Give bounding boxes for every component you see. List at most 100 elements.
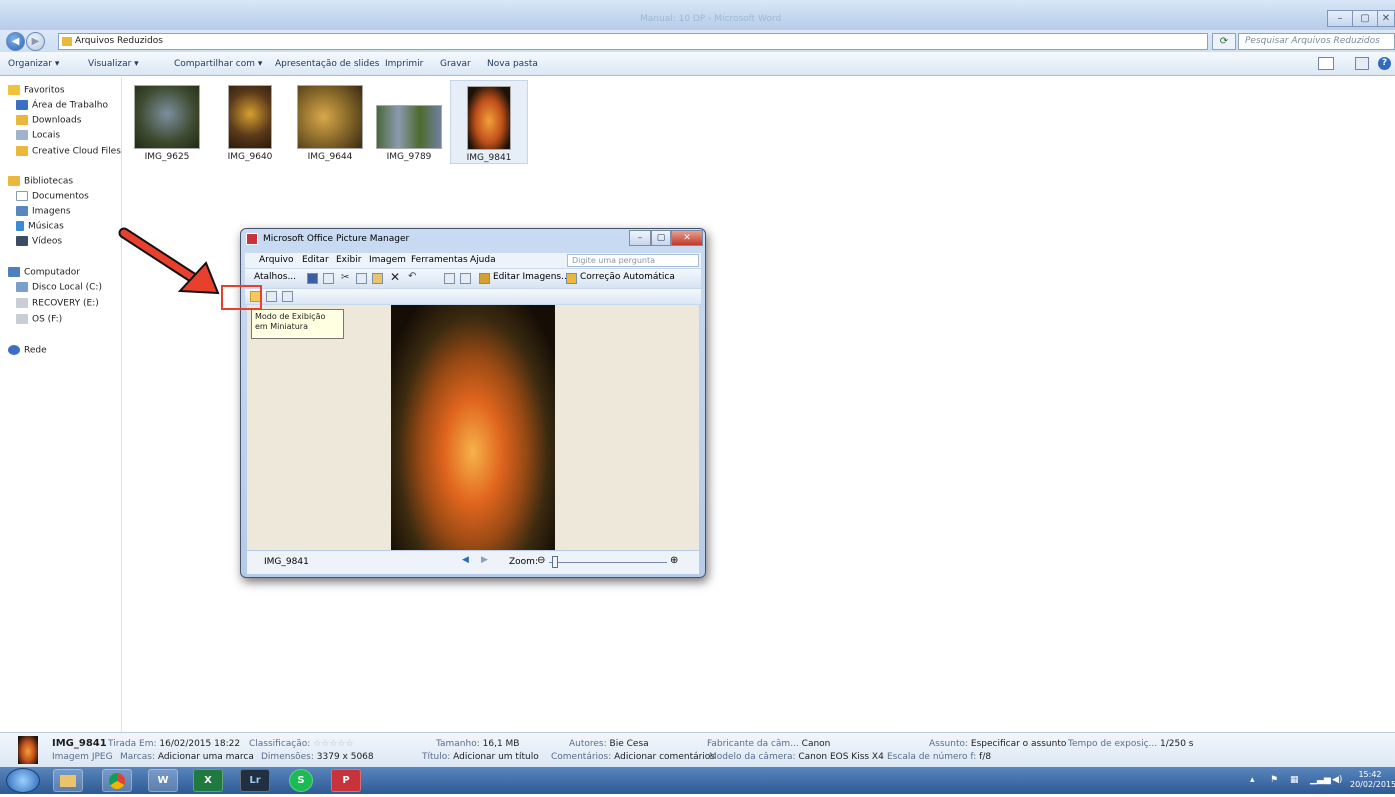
- document-icon: [16, 191, 28, 201]
- tray-expand-icon[interactable]: ▴: [1250, 775, 1255, 785]
- sidebar-libraries[interactable]: Bibliotecas: [8, 176, 130, 191]
- menu-imagem[interactable]: Imagem: [369, 255, 406, 265]
- detail-tags[interactable]: Marcas: Adicionar uma marca: [120, 752, 254, 762]
- sidebar-favorites[interactable]: Favoritos: [8, 85, 130, 100]
- shortcuts-button[interactable]: Atalhos...: [254, 272, 296, 282]
- copy-icon[interactable]: [356, 273, 367, 284]
- sidebar-network[interactable]: Rede: [8, 345, 130, 360]
- minimize-button[interactable]: –: [1327, 10, 1353, 27]
- new-folder-button[interactable]: Nova pasta: [487, 59, 538, 69]
- rotate-right-icon[interactable]: [460, 273, 471, 284]
- undo-icon[interactable]: ↶: [408, 271, 416, 282]
- sidebar-item-desktop[interactable]: Área de Trabalho: [16, 100, 138, 115]
- menu-editar[interactable]: Editar: [302, 255, 329, 265]
- pm-minimize-button[interactable]: –: [629, 230, 651, 246]
- next-image-button[interactable]: ▶: [481, 555, 488, 565]
- pm-toolbar: Atalhos... ✂ ✕ ↶ Editar Imagens... Corre…: [245, 269, 701, 288]
- sidebar-item-images[interactable]: Imagens: [16, 206, 138, 221]
- zoom-slider-track[interactable]: [549, 562, 667, 563]
- zoom-out-icon[interactable]: ⊖: [537, 555, 545, 566]
- paste-icon[interactable]: [372, 273, 383, 284]
- menu-arquivo[interactable]: Arquivo: [259, 255, 293, 265]
- sidebar-item-downloads[interactable]: Downloads: [16, 115, 138, 130]
- flag-icon[interactable]: ⚑: [1270, 775, 1278, 785]
- rotate-left-icon[interactable]: [444, 273, 455, 284]
- single-picture-view-icon[interactable]: [282, 291, 293, 302]
- picture-manager-taskbar-icon[interactable]: P: [331, 769, 361, 792]
- sidebar-computer[interactable]: Computador: [8, 267, 130, 282]
- detail-comments[interactable]: Comentários: Adicionar comentários: [551, 752, 715, 762]
- pm-close-button[interactable]: ✕: [671, 230, 703, 246]
- images-icon: [16, 206, 28, 216]
- file-thumbnail-selected[interactable]: IMG_9841: [450, 80, 528, 164]
- edit-images-button[interactable]: Editar Imagens...: [493, 272, 570, 282]
- picture-view-area[interactable]: Modo de Exibição em Miniatura: [247, 305, 699, 550]
- folder-icon: [16, 146, 28, 156]
- auto-correct-button[interactable]: Correção Automática: [580, 272, 675, 282]
- picture-manager-title: Microsoft Office Picture Manager: [263, 234, 410, 244]
- detail-subject[interactable]: Assunto: Especificar o assunto: [929, 739, 1066, 749]
- zoom-slider-thumb[interactable]: [552, 556, 558, 568]
- close-button[interactable]: ✕: [1377, 10, 1395, 27]
- search-input[interactable]: Pesquisar Arquivos Reduzidos: [1238, 33, 1395, 50]
- cut-icon[interactable]: ✂: [341, 272, 349, 283]
- share-menu[interactable]: Compartilhar com ▾: [174, 59, 262, 69]
- detail-authors[interactable]: Autores: Bie Cesa: [569, 739, 649, 749]
- start-button[interactable]: [6, 768, 40, 793]
- status-filename: IMG_9841: [264, 557, 309, 567]
- address-input[interactable]: Arquivos Reduzidos: [58, 33, 1208, 50]
- sidebar-item-creative-cloud[interactable]: Creative Cloud Files: [16, 146, 138, 161]
- sidebar-item-drive-f[interactable]: OS (F:): [16, 314, 138, 329]
- forward-button[interactable]: ▶: [26, 32, 45, 51]
- edit-images-icon: [479, 273, 490, 284]
- menu-ajuda[interactable]: Ajuda: [470, 255, 496, 265]
- menu-ferramentas[interactable]: Ferramentas: [411, 255, 468, 265]
- ask-question-input[interactable]: Digite uma pergunta: [567, 254, 699, 267]
- view-menu[interactable]: Visualizar ▾: [88, 59, 139, 69]
- slideshow-button[interactable]: Apresentação de slides: [275, 59, 379, 69]
- clock[interactable]: 15:42 20/02/2015: [1350, 770, 1395, 790]
- detail-rating[interactable]: Classificação: ☆☆☆☆☆: [249, 739, 354, 749]
- previous-image-button[interactable]: ◀: [462, 555, 469, 565]
- signal-icon[interactable]: ▁▃▅: [1310, 775, 1331, 785]
- video-icon: [16, 236, 28, 246]
- detail-dimensions: Dimensões: 3379 x 5068: [261, 752, 374, 762]
- detail-exposure: Tempo de exposiç... 1/250 s: [1068, 739, 1194, 749]
- file-name: IMG_9640: [227, 152, 273, 162]
- help-icon[interactable]: ?: [1378, 57, 1391, 70]
- refresh-button[interactable]: ⟳: [1212, 33, 1236, 50]
- detail-filetype: Imagem JPEG: [52, 752, 113, 762]
- excel-taskbar-icon[interactable]: X: [193, 769, 223, 792]
- view-options-icon[interactable]: [1318, 57, 1334, 70]
- lightroom-taskbar-icon[interactable]: Lr: [240, 769, 270, 792]
- print-button[interactable]: Imprimir: [385, 59, 423, 69]
- file-thumbnail[interactable]: IMG_9644: [291, 80, 369, 164]
- file-thumbnail[interactable]: IMG_9789: [370, 80, 448, 164]
- pm-maximize-button[interactable]: ▢: [651, 230, 671, 246]
- save-icon[interactable]: [307, 273, 318, 284]
- word-taskbar-icon[interactable]: W: [148, 769, 178, 792]
- preview-pane-icon[interactable]: [1355, 57, 1369, 70]
- filmstrip-view-icon[interactable]: [266, 291, 277, 302]
- burn-button[interactable]: Gravar: [440, 59, 471, 69]
- sidebar-item-documents[interactable]: Documentos: [16, 191, 138, 206]
- menu-exibir[interactable]: Exibir: [336, 255, 361, 265]
- spotify-taskbar-icon[interactable]: S: [289, 769, 313, 792]
- back-button[interactable]: ◀: [6, 32, 25, 51]
- detail-camera-maker: Fabricante da câm... Canon: [707, 739, 831, 749]
- zoom-in-icon[interactable]: ⊕: [670, 555, 678, 566]
- explorer-taskbar-icon[interactable]: [53, 769, 83, 792]
- delete-icon[interactable]: ✕: [390, 270, 400, 284]
- maximize-button[interactable]: ▢: [1352, 10, 1378, 27]
- file-thumbnail[interactable]: IMG_9640: [211, 80, 289, 164]
- print-icon[interactable]: [323, 273, 334, 284]
- file-thumbnail[interactable]: IMG_9625: [128, 80, 206, 164]
- organize-menu[interactable]: Organizar ▾: [8, 59, 59, 69]
- volume-icon[interactable]: ◀): [1332, 775, 1342, 785]
- network-tray-icon[interactable]: ▦: [1290, 775, 1299, 785]
- sidebar-item-places[interactable]: Locais: [16, 130, 138, 145]
- sidebar-item-drive-e[interactable]: RECOVERY (E:): [16, 298, 138, 313]
- detail-title[interactable]: Título: Adicionar um título: [422, 752, 539, 762]
- chrome-taskbar-icon[interactable]: [102, 769, 132, 792]
- detail-size: Tamanho: 16,1 MB: [436, 739, 520, 749]
